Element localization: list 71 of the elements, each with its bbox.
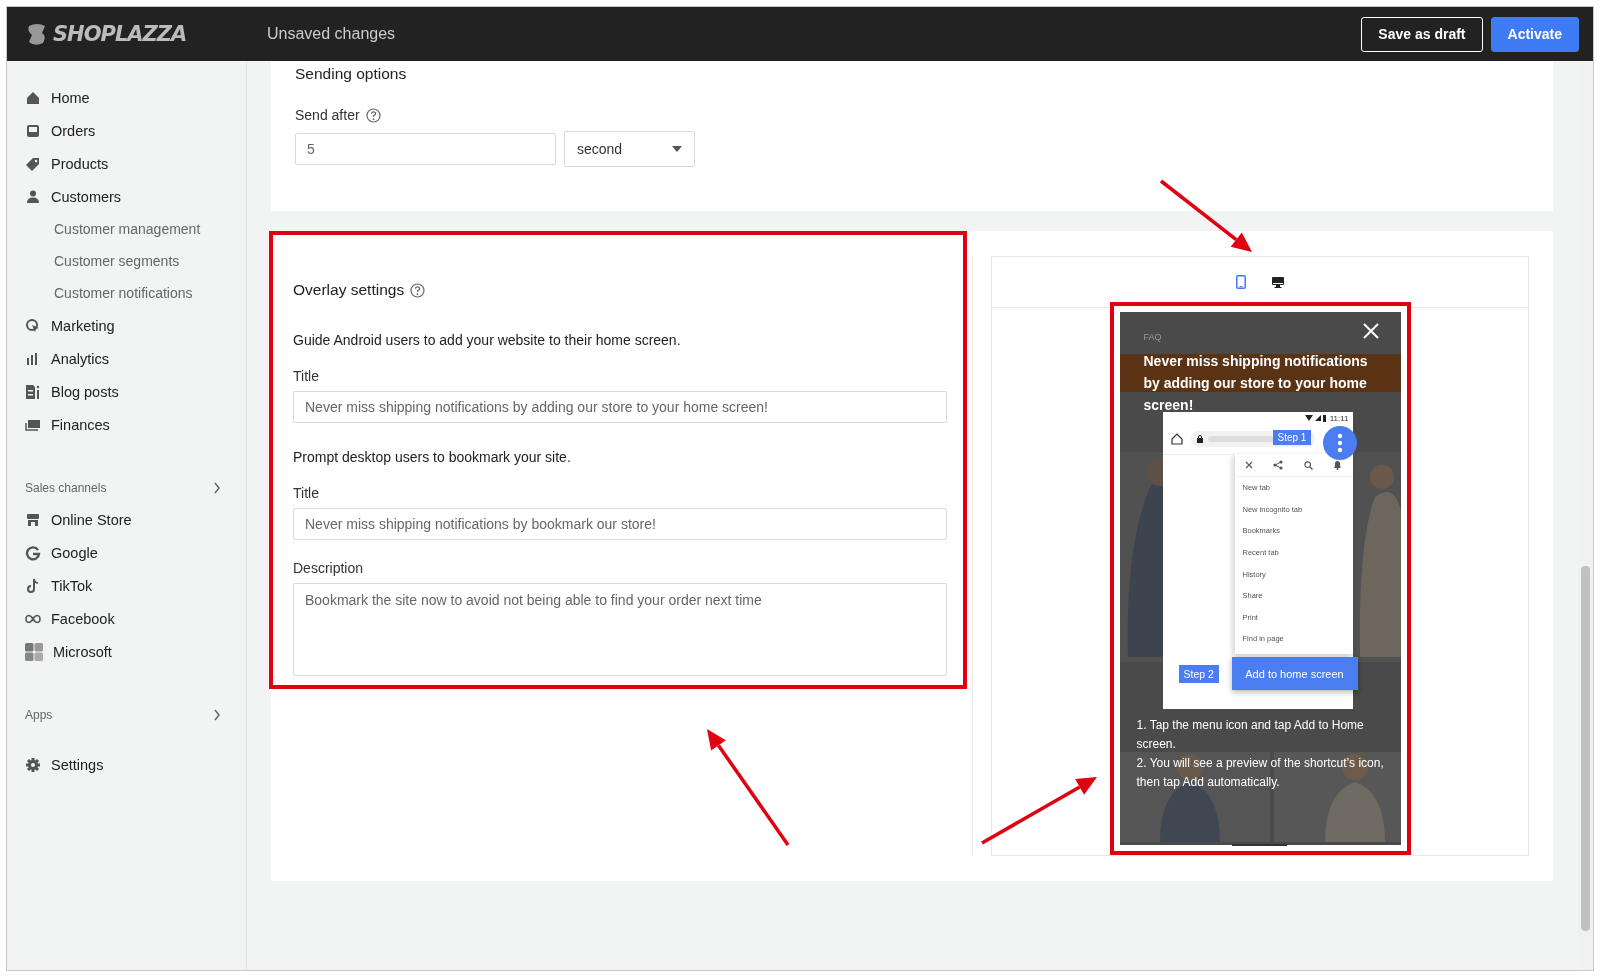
- field-label: Description: [293, 560, 365, 576]
- add-to-home-button[interactable]: Add to home screen: [1231, 657, 1358, 690]
- text-field[interactable]: Never miss shipping notifications by adding our store to your home screen!: [293, 391, 947, 423]
- status-time: 11:11: [1329, 413, 1349, 423]
- chevron-right-icon: [213, 709, 221, 721]
- person-icon: [25, 188, 41, 205]
- field-label: Title: [293, 485, 320, 501]
- help-icon: [410, 282, 426, 298]
- target-icon: [25, 317, 41, 334]
- caret-down-icon: [672, 146, 682, 152]
- nav-item[interactable]: Orders: [25, 114, 96, 147]
- instruction-text: 1. Tap the menu icon and tap Add to Home screen.: [1136, 717, 1365, 753]
- nav-item[interactable]: Online Store: [25, 503, 132, 536]
- monitor-icon[interactable]: [1272, 276, 1284, 288]
- store-label: FAQ: [1143, 332, 1162, 342]
- field-label: Title: [293, 368, 320, 384]
- share-icon: [1273, 460, 1284, 470]
- prompt-title: Never miss shipping notifications by adding our store to your home screen!: [1143, 352, 1369, 415]
- logo-text: SHOPLAZZA: [53, 22, 187, 46]
- settings-icon: [25, 756, 41, 773]
- g-icon: [25, 544, 41, 561]
- section-label: Apps: [25, 708, 53, 722]
- activate-button[interactable]: Activate: [1490, 16, 1579, 52]
- nav-item[interactable]: Facebook: [25, 602, 115, 635]
- lock-icon: [1196, 435, 1203, 443]
- bell-icon: [1333, 460, 1343, 470]
- help-icon: [365, 107, 381, 123]
- phone-icon[interactable]: [1236, 275, 1246, 289]
- section-heading: Sending options: [295, 65, 408, 83]
- squares-icon: [25, 642, 43, 661]
- intro-text: Prompt desktop users to bookmark your site.: [293, 449, 572, 465]
- section-label: Sales channels: [25, 481, 107, 495]
- step-tag: Step 2: [1178, 665, 1219, 683]
- intro-text: Guide Android users to add your website to their home screen.: [293, 332, 682, 348]
- tag-icon: [25, 155, 41, 172]
- nav-subitem[interactable]: Customer management: [25, 213, 246, 245]
- text-field[interactable]: Never miss shipping notifications by bookmark our store!: [293, 508, 947, 540]
- save-draft-button[interactable]: Save as draft: [1361, 16, 1483, 52]
- step-tag: Step 1: [1272, 430, 1312, 445]
- status-icon: [1304, 414, 1327, 422]
- field-label: Send after: [295, 107, 360, 123]
- nav-item[interactable]: Microsoft: [25, 635, 112, 668]
- nav-item[interactable]: Blog posts: [25, 375, 119, 408]
- chevron-right-icon: [213, 482, 221, 494]
- close-icon[interactable]: [1361, 322, 1380, 340]
- document-icon: [25, 383, 41, 400]
- note-icon: [25, 577, 41, 594]
- nav-subitem[interactable]: Customer segments: [25, 245, 246, 277]
- nav-item[interactable]: TikTok: [25, 569, 93, 602]
- nav-item[interactable]: Products: [25, 147, 109, 180]
- store-icon: [25, 511, 41, 528]
- home-indicator: [1231, 844, 1287, 846]
- status-text: Unsaved changes: [267, 25, 397, 43]
- home-icon: [1170, 433, 1183, 445]
- close-icon: [1244, 461, 1253, 469]
- nav-item[interactable]: Home: [25, 81, 90, 114]
- nav-item[interactable]: Finances: [25, 408, 110, 441]
- nav-item[interactable]: Customers: [25, 180, 122, 213]
- text-field[interactable]: 5: [295, 133, 556, 165]
- text-field[interactable]: Bookmark the site now to avoid not being able to find your order next time: [293, 583, 947, 676]
- nav-subitem[interactable]: Customer notifications: [25, 277, 246, 309]
- nav-item[interactable]: Analytics: [25, 342, 110, 375]
- section-heading: Overlay settings: [293, 281, 405, 299]
- inbox-icon: [25, 122, 41, 139]
- nav-item[interactable]: Settings: [25, 748, 104, 781]
- search-icon: [1303, 460, 1313, 470]
- unit-dropdown[interactable]: second: [564, 131, 695, 167]
- nav-item[interactable]: Google: [25, 536, 98, 569]
- nav-item[interactable]: Marketing: [25, 309, 115, 342]
- instruction-text: 2. You will see a preview of the shortcut’s icon, then tap Add automatically.: [1136, 755, 1385, 791]
- home-icon: [25, 89, 41, 106]
